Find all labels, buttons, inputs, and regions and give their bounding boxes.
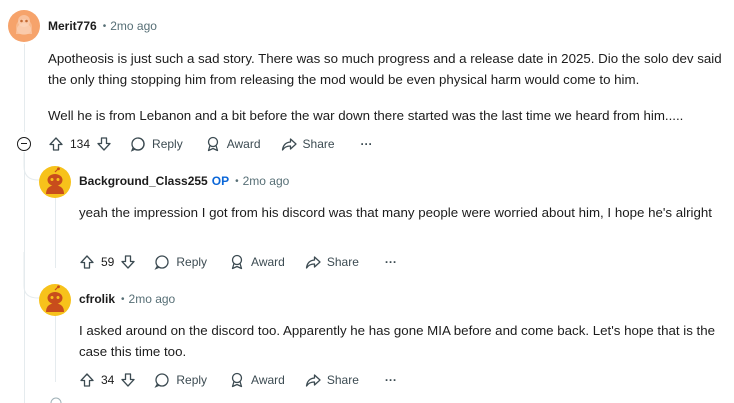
- share-icon: [305, 256, 321, 269]
- downvote-button[interactable]: [120, 372, 136, 388]
- snoo-icon: [46, 285, 64, 312]
- collapse-button[interactable]: [17, 137, 31, 151]
- reply-icon: [154, 255, 170, 270]
- reply-label: Reply: [176, 255, 208, 269]
- reply-button[interactable]: Reply: [154, 372, 207, 388]
- upvote-icon: [80, 373, 94, 387]
- comment-paragraph: Well he is from Lebanon and a bit before…: [48, 108, 684, 123]
- vote-count: 59: [101, 255, 115, 269]
- more-options-button[interactable]: ···: [361, 137, 373, 151]
- award-button[interactable]: Award: [229, 372, 285, 388]
- timestamp[interactable]: 2mo ago: [129, 292, 176, 306]
- avatar[interactable]: [8, 10, 40, 42]
- author-name[interactable]: Merit776: [48, 19, 97, 33]
- timestamp[interactable]: 2mo ago: [110, 19, 157, 33]
- downvote-icon: [97, 137, 111, 151]
- separator-dot: •: [235, 175, 239, 187]
- share-button[interactable]: Share: [305, 254, 359, 270]
- comment-paragraph: Apotheosis is just such a sad story. The…: [48, 51, 722, 87]
- upvote-button[interactable]: [79, 372, 95, 388]
- award-label: Award: [251, 373, 285, 387]
- avatar[interactable]: [39, 284, 71, 316]
- separator-dot: •: [102, 20, 107, 32]
- comment-actions: 134 Reply Award Share ···: [48, 134, 373, 154]
- reply-label: Reply: [176, 373, 208, 387]
- share-button[interactable]: Share: [281, 136, 335, 152]
- avatar[interactable]: [39, 166, 71, 198]
- award-icon: [231, 254, 243, 270]
- author-name[interactable]: cfrolik: [79, 292, 115, 306]
- timestamp[interactable]: 2mo ago: [243, 174, 290, 188]
- vote-count: 34: [101, 373, 115, 387]
- more-options-button[interactable]: ···: [385, 373, 397, 387]
- comment-meta: Background_Class255 OP • 2mo ago: [79, 174, 289, 188]
- downvote-icon: [121, 373, 136, 387]
- award-icon: [207, 136, 218, 152]
- comment-meta: cfrolik • 2mo ago: [79, 292, 175, 306]
- award-icon: [231, 372, 243, 388]
- snoo-icon: [16, 15, 32, 35]
- more-options-button[interactable]: ···: [385, 255, 397, 269]
- comment-actions: 34 Reply Award Share ···: [79, 370, 397, 390]
- share-button[interactable]: Share: [305, 372, 359, 388]
- comment-meta: Merit776 • 2mo ago: [48, 19, 157, 33]
- comment-paragraph: I asked around on the discord too. Appar…: [79, 323, 716, 359]
- share-icon: [305, 374, 321, 387]
- downvote-button[interactable]: [120, 254, 136, 270]
- next-comment-avatar-edge: [50, 397, 62, 403]
- comment-paragraph: yeah the impression I got from his disco…: [79, 205, 712, 220]
- share-label: Share: [326, 255, 359, 269]
- snoo-icon: [46, 167, 64, 194]
- reply-button[interactable]: Reply: [154, 254, 207, 270]
- award-label: Award: [226, 137, 261, 151]
- downvote-button[interactable]: [96, 136, 112, 152]
- award-button[interactable]: Award: [229, 254, 285, 270]
- author-name[interactable]: Background_Class255: [79, 174, 208, 188]
- comment-actions: 59 Reply Award Share ···: [79, 252, 397, 272]
- share-icon: [281, 138, 297, 151]
- share-label: Share: [326, 373, 359, 387]
- comment-body: I asked around on the discord too. Appar…: [79, 320, 729, 362]
- upvote-icon: [80, 255, 94, 269]
- comment-body: Apotheosis is just such a sad story. The…: [48, 48, 728, 126]
- separator-dot: •: [121, 293, 125, 305]
- award-button[interactable]: Award: [205, 136, 261, 152]
- award-label: Award: [251, 255, 285, 269]
- reply-icon: [154, 373, 170, 388]
- reply-button[interactable]: Reply: [130, 136, 183, 152]
- downvote-icon: [121, 255, 136, 269]
- reply-label: Reply: [152, 137, 183, 151]
- upvote-button[interactable]: [48, 136, 64, 152]
- upvote-button[interactable]: [79, 254, 95, 270]
- op-badge: OP: [211, 174, 230, 188]
- vote-count: 134: [70, 137, 91, 151]
- reply-icon: [130, 137, 145, 152]
- upvote-icon: [49, 137, 63, 151]
- comment-body: yeah the impression I got from his disco…: [79, 202, 719, 223]
- thread-line-main[interactable]: [24, 44, 25, 132]
- share-label: Share: [302, 137, 335, 151]
